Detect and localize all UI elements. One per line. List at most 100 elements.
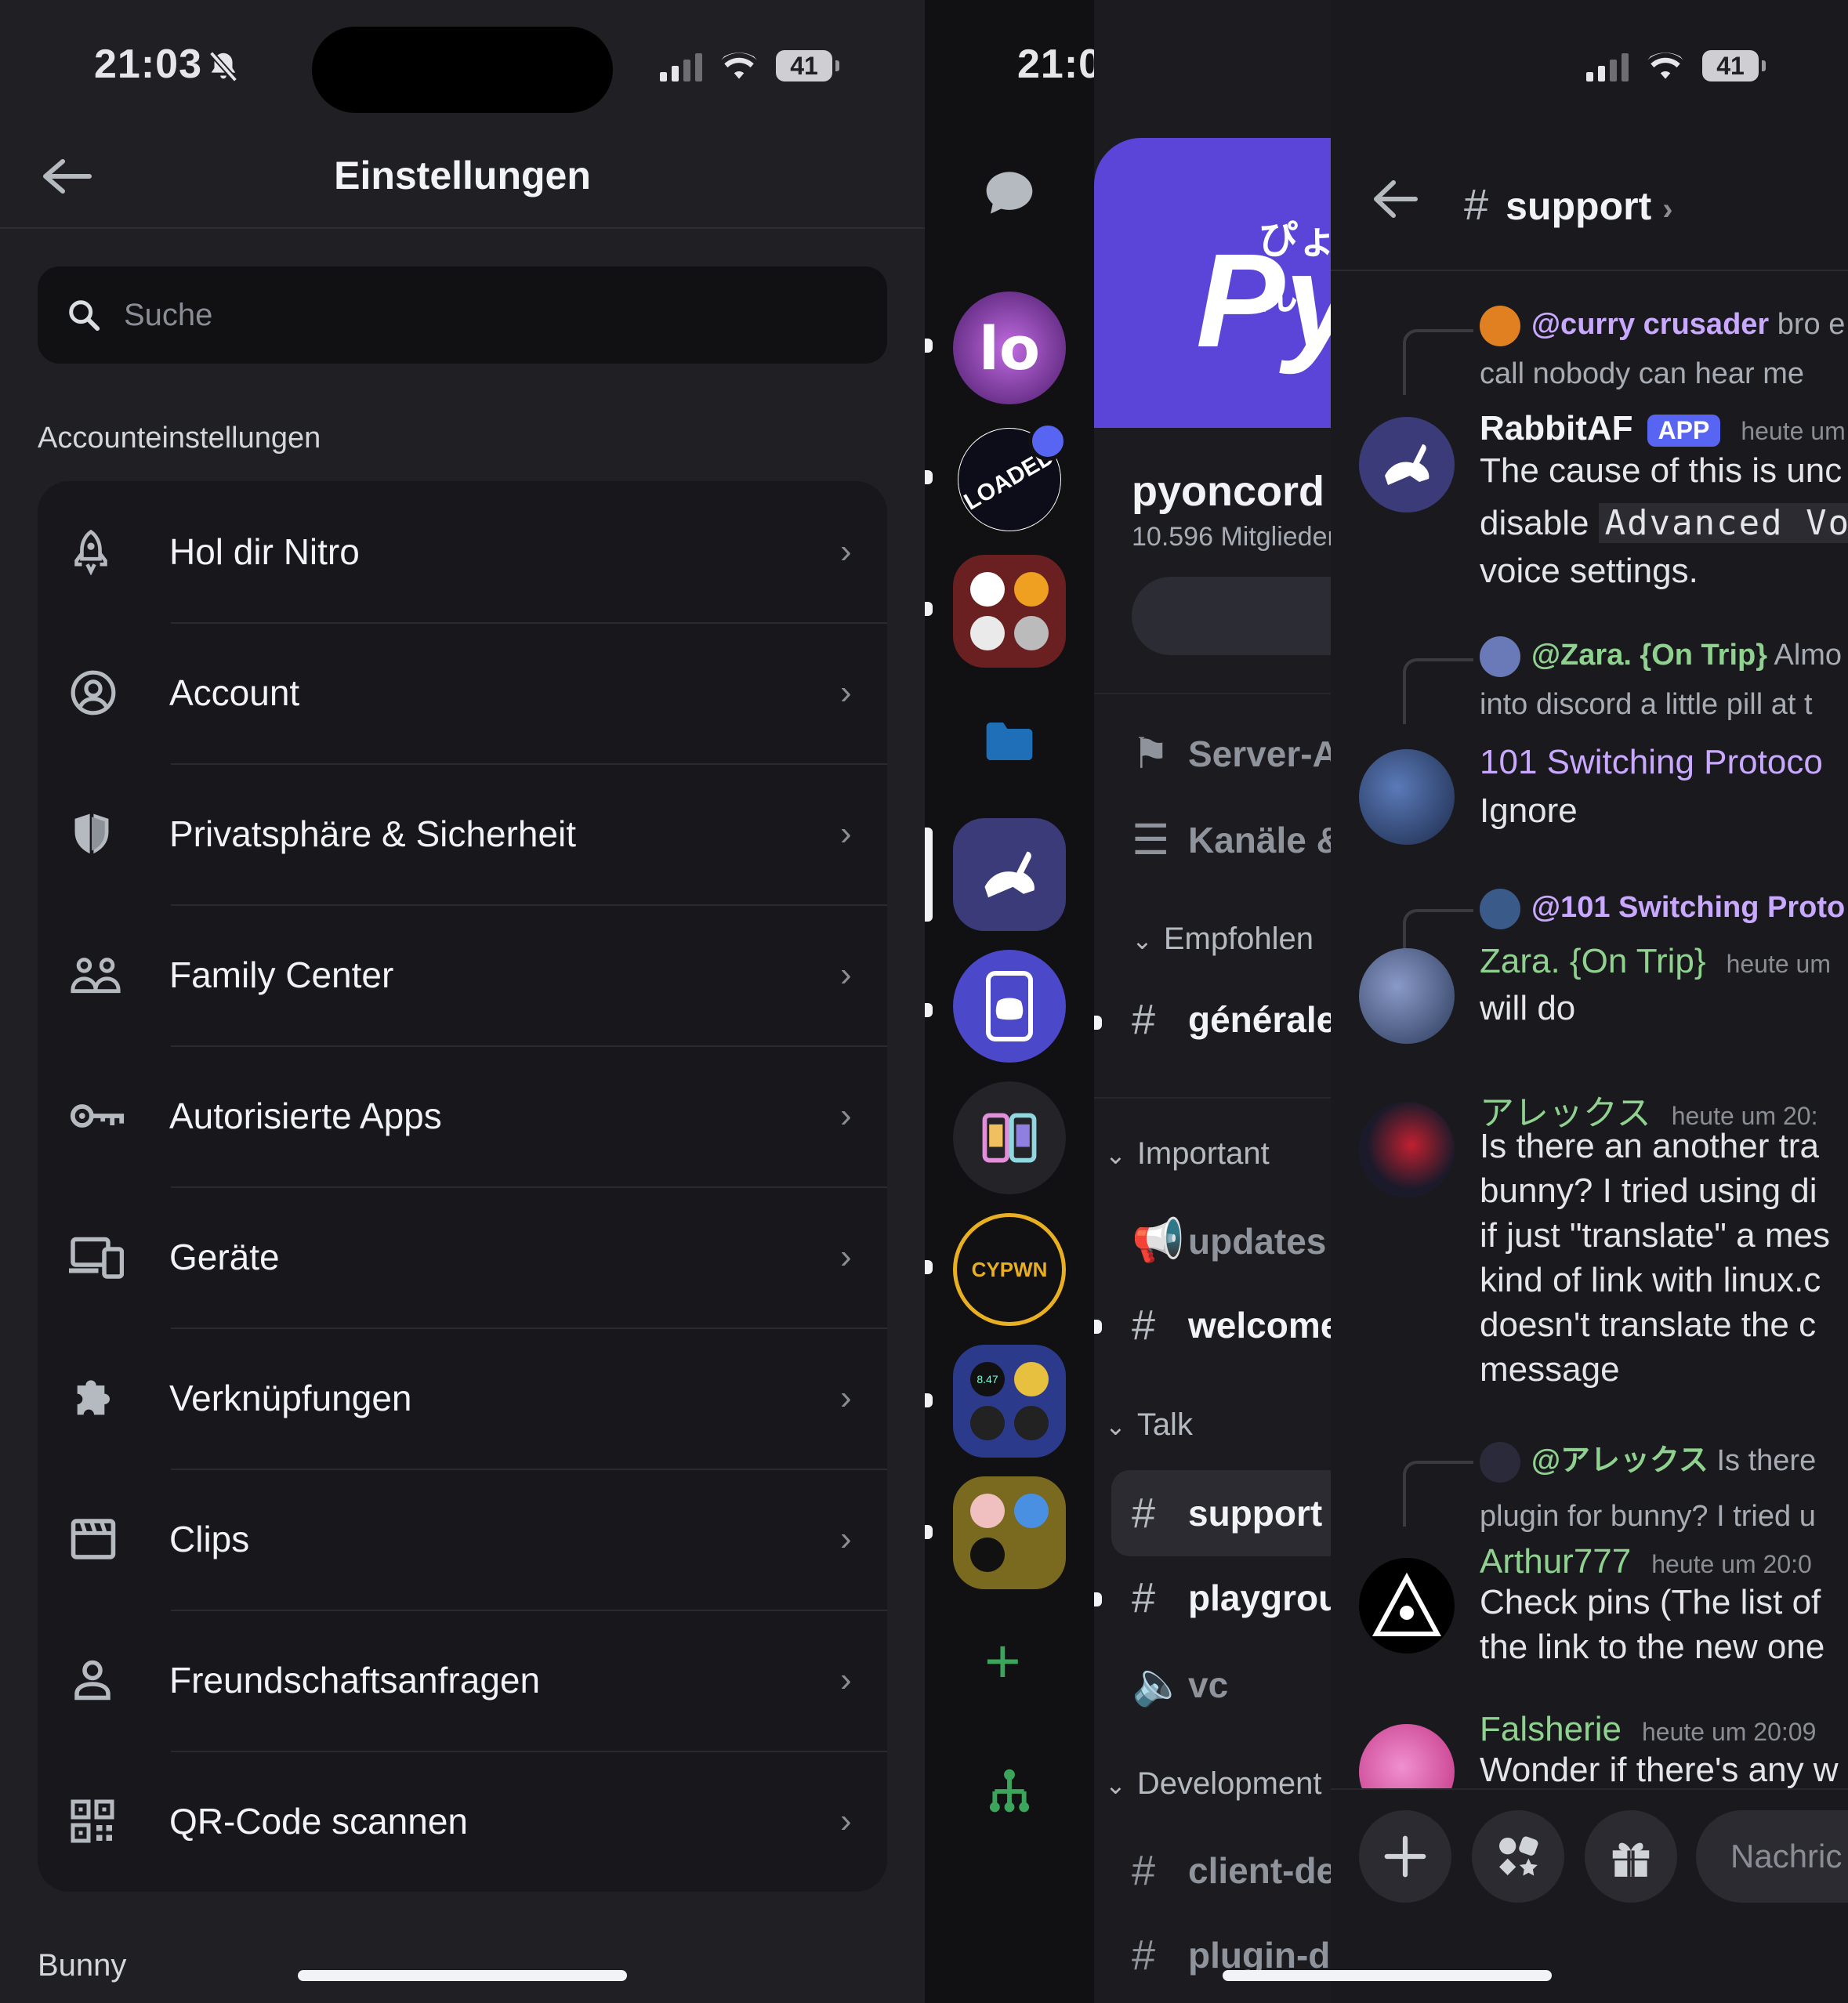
category-talk[interactable]: Talk <box>1105 1407 1193 1443</box>
hashtag-icon: # <box>1132 1574 1156 1621</box>
channel-updates[interactable]: 📢 updates <box>1132 1216 1326 1266</box>
settings-item-family-center[interactable]: Family Center › <box>38 904 887 1045</box>
discover-servers-icon[interactable] <box>984 1766 1035 1820</box>
avatar[interactable] <box>1359 1558 1455 1653</box>
settings-item-label: Autorisierte Apps <box>169 1096 442 1136</box>
channel-client-dev[interactable]: # client-de <box>1132 1846 1331 1895</box>
avatar[interactable] <box>1359 948 1455 1044</box>
bunny-icon <box>1385 444 1429 485</box>
event-badge-icon <box>1028 422 1067 461</box>
reply-preview[interactable]: @Zara. {On Trip} Almo <box>1480 636 1842 677</box>
chevron-right-icon: › <box>840 955 852 994</box>
settings-item-label: Account <box>169 672 300 713</box>
chevron-right-icon: › <box>840 532 852 570</box>
plus-icon <box>1384 1835 1426 1878</box>
puzzle-icon <box>38 1373 132 1423</box>
settings-item-label: Verknüpfungen <box>169 1378 412 1418</box>
reply-preview-text: plugin for bunny? I tried u <box>1480 1500 1816 1533</box>
message-author[interactable]: Arthur777 heute um 20:0 <box>1480 1542 1812 1581</box>
timestamp: heute um 20:09 <box>1641 1718 1817 1746</box>
channel-generale[interactable]: # générale <box>1132 995 1331 1044</box>
server-yellow-badge[interactable]: CYPWN <box>953 1213 1066 1326</box>
server-phones[interactable] <box>953 1081 1066 1194</box>
chevron-right-icon: › <box>840 1096 852 1135</box>
server-folder[interactable]: 8.47 <box>953 1345 1066 1458</box>
back-arrow-icon[interactable] <box>1372 174 1419 232</box>
message-text: Wonder if there's any w <box>1480 1751 1839 1789</box>
avatar[interactable] <box>1359 417 1455 513</box>
server-rail: 21:03 lo LOADED CYPWN 8.47 + <box>925 0 1160 2003</box>
settings-item-label: QR-Code scannen <box>169 1801 468 1842</box>
message-author[interactable]: 101 Switching Protoco <box>1480 743 1823 782</box>
category-development[interactable]: Development <box>1105 1766 1322 1802</box>
battery-indicator: 41 <box>776 50 839 81</box>
page-title: Einstellungen <box>334 154 591 197</box>
settings-item-nitro[interactable]: Hol dir Nitro › <box>38 481 887 622</box>
channel-support[interactable]: # support <box>1132 1489 1322 1538</box>
app-tag: APP <box>1647 414 1721 447</box>
channel-browse[interactable]: ☰ Kanäle & <box>1132 815 1331 864</box>
gift-icon <box>1612 1842 1650 1877</box>
key-icon <box>38 1099 132 1133</box>
chevron-right-icon: › <box>840 1802 852 1840</box>
channel-vc[interactable]: 🔈 vc <box>1132 1660 1228 1709</box>
speaker-icon: 🔈 <box>1132 1661 1185 1708</box>
settings-item-friend-requests[interactable]: Freundschaftsanfragen › <box>38 1610 887 1751</box>
channel-server-guide[interactable]: ⚑ Server-A <box>1132 729 1331 778</box>
settings-item-label: Family Center <box>169 954 394 995</box>
avatar[interactable] <box>1359 1102 1455 1197</box>
channel-browse-icon: ☰ <box>1132 817 1170 864</box>
server-name[interactable]: pyoncord <box>1132 467 1324 516</box>
add-attachment-button[interactable] <box>1359 1810 1451 1903</box>
search-icon <box>69 300 100 331</box>
apps-button[interactable] <box>1472 1810 1564 1903</box>
settings-item-label: Geräte <box>169 1237 280 1277</box>
add-server-icon[interactable]: + <box>984 1630 1021 1693</box>
reply-preview[interactable]: @アレックス Is there <box>1480 1436 1816 1483</box>
triangle-logo-icon <box>1372 1573 1442 1636</box>
settings-panel: 21:03 41 Einstellungen Suche Accounteins… <box>0 0 925 2003</box>
settings-item-devices[interactable]: Geräte › <box>38 1186 887 1327</box>
nitro-rocket-icon <box>38 528 132 575</box>
folder-icon[interactable] <box>984 719 1035 767</box>
search-input[interactable]: Suche <box>38 266 887 364</box>
chevron-right-icon: › <box>840 1661 852 1699</box>
settings-item-privacy[interactable]: Privatsphäre & Sicherheit › <box>38 763 887 904</box>
channel-playground[interactable]: # playgrou <box>1132 1574 1331 1622</box>
server-bunny[interactable] <box>953 818 1066 931</box>
settings-item-qr-code[interactable]: QR-Code scannen › <box>38 1751 887 1892</box>
category-important[interactable]: Important <box>1105 1136 1270 1172</box>
channel-title[interactable]: # support › <box>1464 179 1673 230</box>
settings-item-label: Hol dir Nitro <box>169 531 360 572</box>
message-author[interactable]: RabbitAF APP heute um <box>1480 409 1846 448</box>
reply-preview[interactable]: @101 Switching Proto <box>1480 889 1845 929</box>
message-text: The cause of this is unc disable Advance… <box>1480 448 1848 593</box>
message-input[interactable]: Nachric <box>1696 1810 1848 1903</box>
message-author[interactable]: Falsherie heute um 20:09 <box>1480 1710 1816 1749</box>
message-author[interactable]: Zara. {On Trip} heute um <box>1480 942 1831 981</box>
phone-discord-icon <box>986 971 1033 1041</box>
gift-button[interactable] <box>1585 1810 1677 1903</box>
settings-item-authorized-apps[interactable]: Autorisierte Apps › <box>38 1045 887 1186</box>
direct-messages-icon[interactable] <box>984 169 1035 220</box>
server-folder[interactable] <box>953 555 1066 668</box>
member-count: 10.596 Mitglieder <box>1132 522 1331 552</box>
channel-welcome[interactable]: # welcome <box>1132 1301 1331 1349</box>
family-icon <box>38 955 132 994</box>
reply-preview[interactable]: @curry crusader bro e <box>1480 306 1845 346</box>
server-lo[interactable]: lo <box>953 292 1066 404</box>
server-folder[interactable] <box>953 1476 1066 1589</box>
user-circle-icon <box>38 668 132 717</box>
chevron-right-icon: › <box>840 814 852 853</box>
settings-item-connections[interactable]: Verknüpfungen › <box>38 1327 887 1469</box>
recommended-label: Empfohlen <box>1132 922 1314 957</box>
signal-icon <box>660 50 702 81</box>
chevron-right-icon: › <box>840 1237 852 1276</box>
timestamp: heute um <box>1726 950 1831 978</box>
avatar[interactable] <box>1359 749 1455 845</box>
settings-item-account[interactable]: Account › <box>38 622 887 763</box>
dynamic-island <box>312 27 613 113</box>
search-pill[interactable] <box>1132 577 1331 655</box>
settings-item-clips[interactable]: Clips › <box>38 1469 887 1610</box>
server-discord-mobile[interactable] <box>953 950 1066 1063</box>
